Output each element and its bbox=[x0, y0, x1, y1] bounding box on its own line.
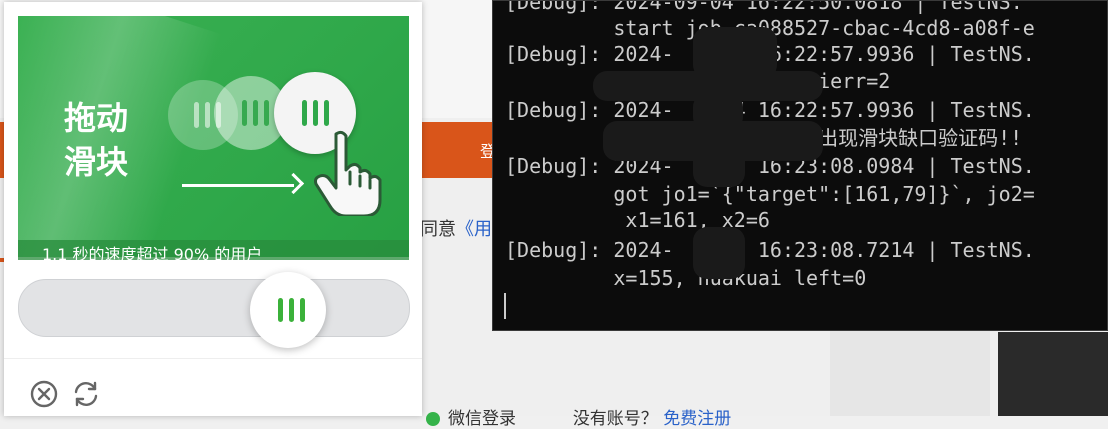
terms-prefix: 同意 bbox=[420, 219, 456, 240]
slider-captcha-dialog: 拖动 滑块 1.1 秒的速度超过 90% 的用户 bbox=[4, 2, 422, 416]
terms-text: 同意《用 bbox=[420, 215, 492, 241]
log-line: x=155, huakuai left=0 bbox=[505, 266, 867, 290]
divider bbox=[4, 358, 422, 359]
verify-result-bar: 1.1 秒的速度超过 90% 的用户 bbox=[18, 240, 409, 260]
wechat-login-link[interactable]: 微信登录 bbox=[448, 409, 516, 429]
grip-icon bbox=[278, 298, 305, 322]
register-link[interactable]: 免费注册 bbox=[663, 409, 731, 429]
log-line: [Debug]: 2024-09-04 16:22:50.0818 | Test… bbox=[505, 0, 1023, 14]
redaction-scribble bbox=[693, 147, 745, 187]
refresh-icon[interactable] bbox=[70, 378, 102, 410]
pointing-hand-icon bbox=[314, 130, 382, 216]
arrow-head-icon bbox=[282, 172, 305, 195]
arrow-right-icon bbox=[182, 184, 294, 187]
log-line: got jo1=`{"target":[161,79]}`, jo2= bbox=[505, 182, 1035, 206]
login-footer: 微信登录 没有账号？ 免费注册 bbox=[426, 404, 731, 429]
terminal-window[interactable]: [Debug]: 2024-09-04 16:22:50.0818 | Test… bbox=[492, 0, 1108, 331]
slider-knob[interactable] bbox=[250, 272, 326, 348]
terms-link[interactable]: 《用 bbox=[456, 219, 492, 240]
drag-slider-hint: 拖动 滑块 bbox=[64, 99, 129, 181]
no-account-label: 没有账号？ bbox=[572, 409, 658, 429]
log-line: [Debug]: 2024- -04 16:23:08.7214 | TestN… bbox=[505, 238, 1035, 262]
background-panel bbox=[830, 330, 990, 416]
captcha-hint-image: 拖动 滑块 bbox=[18, 16, 409, 257]
redaction-scribble bbox=[693, 227, 745, 279]
background-image bbox=[998, 332, 1108, 416]
close-icon[interactable] bbox=[28, 378, 60, 410]
wechat-icon[interactable] bbox=[426, 412, 440, 426]
text-cursor bbox=[504, 293, 506, 319]
slider-track[interactable] bbox=[18, 279, 410, 337]
